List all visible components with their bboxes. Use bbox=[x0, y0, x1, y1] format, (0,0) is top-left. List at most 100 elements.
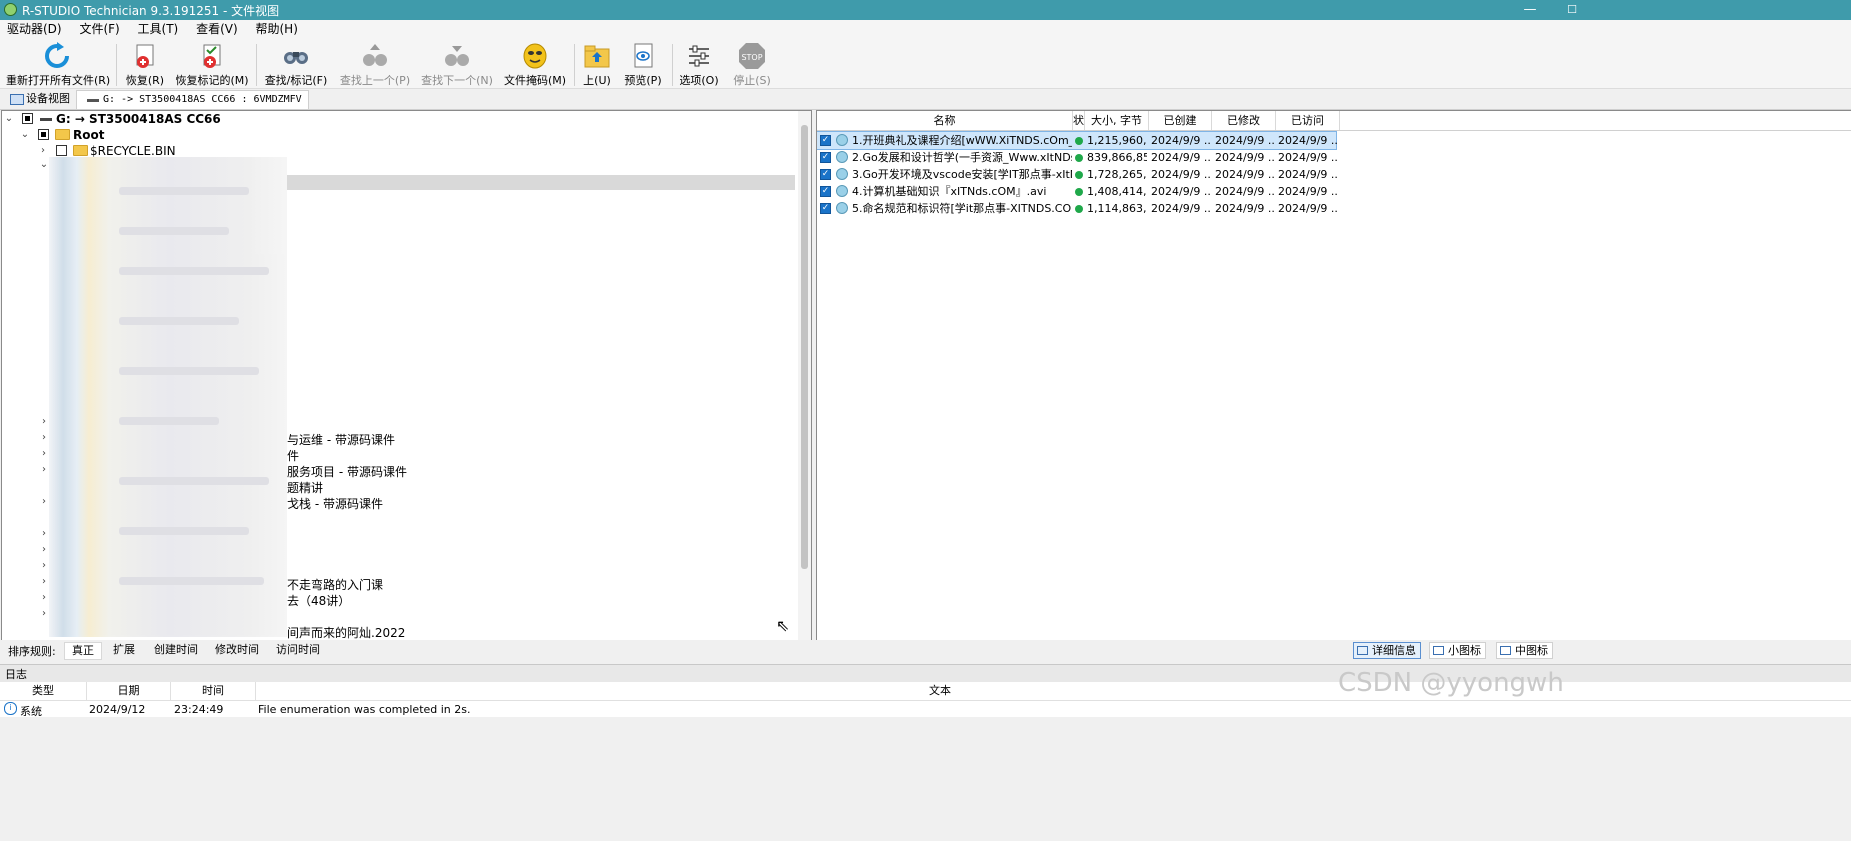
menu-file[interactable]: 文件(F) bbox=[72, 20, 126, 39]
log-row[interactable]: i 系统 2024/9/12 23:24:49 File enumeration… bbox=[0, 701, 1851, 718]
tree-item-partial[interactable]: 去（48讲） bbox=[287, 593, 350, 609]
tree-item-partial[interactable]: 不走弯路的入门课 bbox=[287, 577, 383, 593]
file-row[interactable]: ✓ 3.Go开发环境及vscode安装[学IT那点事-xItNDS 1,728,… bbox=[817, 166, 1851, 183]
log-column-date[interactable]: 日期 bbox=[87, 682, 171, 700]
tree-item-partial[interactable]: 间声而来的阿灿.2022 bbox=[287, 625, 405, 640]
folder-icon bbox=[73, 145, 88, 156]
sort-modified-button[interactable]: 修改时间 bbox=[208, 642, 266, 658]
tree-item-partial[interactable]: 戈栈 - 带源码课件 bbox=[287, 496, 383, 512]
column-accessed[interactable]: 已访问 bbox=[1276, 111, 1340, 130]
expand-arrow-icon[interactable]: › bbox=[39, 496, 49, 512]
collapse-arrow-icon[interactable]: ⌄ bbox=[39, 159, 49, 175]
recover-marked-button[interactable]: 恢复标记的(M) bbox=[174, 42, 250, 88]
expand-arrow-icon[interactable]: › bbox=[39, 528, 49, 544]
menu-help[interactable]: 帮助(H) bbox=[248, 20, 304, 39]
sort-real-button[interactable]: 真正 bbox=[64, 642, 102, 660]
drive-icon bbox=[87, 99, 99, 102]
sort-created-button[interactable]: 创建时间 bbox=[147, 642, 205, 658]
file-row[interactable]: ✓ 1.开班典礼及课程介绍[wWW.XiTNDS.cOm_微信 1,215,96… bbox=[817, 131, 1338, 150]
tree-selected-row[interactable] bbox=[287, 175, 795, 190]
tab-device-view-label: 设备视图 bbox=[26, 92, 70, 105]
preview-button[interactable]: 预览(P) bbox=[623, 42, 663, 88]
menu-view[interactable]: 查看(V) bbox=[189, 20, 245, 39]
tab-drive[interactable]: G: -> ST3500418AS CC66 : 6VMDZMFV bbox=[76, 90, 309, 109]
up-button[interactable]: 上(U) bbox=[580, 42, 614, 88]
expand-arrow-icon[interactable]: › bbox=[38, 143, 48, 159]
file-modified: 2024/9/9 ... bbox=[1215, 185, 1275, 198]
find-mark-button[interactable]: 查找/标记(F) bbox=[262, 42, 330, 88]
tree-item-partial[interactable]: 服务项目 - 带源码课件 bbox=[287, 464, 407, 480]
view-small-icons-button[interactable]: 小图标 bbox=[1429, 642, 1486, 659]
find-next-button[interactable]: 查找下一个(N) bbox=[421, 42, 493, 88]
recover-button[interactable]: 恢复(R) bbox=[121, 42, 169, 88]
view-tabs: 设备视图 G: -> ST3500418AS CC66 : 6VMDZMFV bbox=[0, 89, 1851, 110]
column-name[interactable]: 名称 bbox=[817, 111, 1073, 130]
expand-arrow-icon[interactable]: › bbox=[39, 448, 49, 464]
find-prev-icon bbox=[360, 42, 390, 70]
expand-arrow-icon[interactable]: › bbox=[39, 416, 49, 432]
tree-checkbox[interactable] bbox=[56, 145, 67, 156]
video-file-icon bbox=[836, 134, 848, 146]
expand-arrow-icon[interactable]: › bbox=[39, 544, 49, 560]
expand-arrow-icon[interactable]: › bbox=[39, 464, 49, 480]
recover-icon bbox=[130, 42, 160, 70]
tree-item-partial[interactable]: 件 bbox=[287, 448, 299, 464]
stop-button[interactable]: STOP 停止(S) bbox=[730, 42, 774, 88]
file-row[interactable]: ✓ 5.命名规范和标识符[学it那点事-XITNDS.COM_+ 1,114,8… bbox=[817, 200, 1851, 217]
column-size[interactable]: 大小, 字节 bbox=[1085, 111, 1149, 130]
find-next-label: 查找下一个(N) bbox=[421, 74, 493, 87]
column-modified[interactable]: 已修改 bbox=[1212, 111, 1276, 130]
tree-scrollbar-thumb[interactable] bbox=[801, 125, 808, 569]
tree-checkbox[interactable] bbox=[38, 129, 49, 140]
column-status[interactable]: 状 bbox=[1073, 111, 1085, 130]
expand-arrow-icon[interactable]: › bbox=[39, 592, 49, 608]
blurred-region bbox=[49, 157, 287, 637]
view-medium-icons-button[interactable]: 中图标 bbox=[1496, 642, 1553, 659]
tree-checkbox[interactable] bbox=[22, 113, 33, 124]
menu-drives[interactable]: 驱动器(D) bbox=[0, 20, 69, 39]
view-details-button[interactable]: 详细信息 bbox=[1353, 642, 1421, 659]
column-created[interactable]: 已创建 bbox=[1149, 111, 1212, 130]
file-size: 1,408,414,... bbox=[1087, 185, 1147, 198]
small-icons-view-icon bbox=[1433, 646, 1444, 655]
file-created: 2024/9/9 ... bbox=[1151, 151, 1211, 164]
file-mask-button[interactable]: 文件掩码(M) bbox=[503, 42, 567, 88]
sort-extension-button[interactable]: 扩展 bbox=[106, 642, 142, 658]
checked-checkbox-icon[interactable]: ✓ bbox=[820, 203, 831, 214]
file-accessed: 2024/9/9 ... bbox=[1278, 151, 1338, 164]
options-button[interactable]: 选项(O) bbox=[678, 42, 720, 88]
checked-checkbox-icon[interactable]: ✓ bbox=[820, 152, 831, 163]
minimize-button[interactable]: — bbox=[1510, 0, 1550, 20]
binoculars-icon bbox=[281, 42, 311, 70]
expand-arrow-icon[interactable]: › bbox=[39, 608, 49, 624]
checked-checkbox-icon[interactable]: ✓ bbox=[820, 186, 831, 197]
folder-tree-pane[interactable]: ⌄ G: → ST3500418AS CC66 ⌄ Root › $RECYCL… bbox=[1, 110, 812, 641]
maximize-button[interactable]: ☐ bbox=[1552, 0, 1592, 20]
expand-arrow-icon[interactable]: › bbox=[39, 432, 49, 448]
sort-accessed-button[interactable]: 访问时间 bbox=[269, 642, 327, 658]
file-name: 2.Go发展和设计哲学(一手资源_Www.xItNDs.cO bbox=[852, 151, 1072, 164]
sort-bar: 排序规则: 真正 扩展 创建时间 修改时间 访问时间 详细信息 小图标 中图标 bbox=[0, 640, 1851, 660]
tree-item-partial[interactable]: 题精讲 bbox=[287, 480, 323, 496]
tree-item-partial[interactable]: 与运维 - 带源码课件 bbox=[287, 432, 395, 448]
collapse-arrow-icon[interactable]: ⌄ bbox=[20, 127, 30, 143]
expand-arrow-icon[interactable]: › bbox=[39, 576, 49, 592]
log-column-type[interactable]: 类型 bbox=[0, 682, 87, 700]
collapse-arrow-icon[interactable]: ⌄ bbox=[4, 111, 14, 127]
checked-checkbox-icon[interactable]: ✓ bbox=[820, 135, 831, 146]
tab-drive-label: G: -> ST3500418AS CC66 : 6VMDZMFV bbox=[103, 94, 302, 105]
reopen-all-button[interactable]: 重新打开所有文件(R) bbox=[6, 42, 110, 88]
expand-arrow-icon[interactable]: › bbox=[39, 560, 49, 576]
menu-tools[interactable]: 工具(T) bbox=[131, 20, 186, 39]
find-next-icon bbox=[442, 42, 472, 70]
file-row[interactable]: ✓ 4.计算机基础知识『xITNds.cOM』.avi 1,408,414,..… bbox=[817, 183, 1851, 200]
checked-checkbox-icon[interactable]: ✓ bbox=[820, 169, 831, 180]
log-column-time[interactable]: 时间 bbox=[171, 682, 256, 700]
recover-label: 恢复(R) bbox=[125, 74, 165, 87]
mask-icon bbox=[520, 42, 550, 70]
file-row[interactable]: ✓ 2.Go发展和设计哲学(一手资源_Www.xItNDs.cO 839,866… bbox=[817, 149, 1851, 166]
file-accessed: 2024/9/9 ... bbox=[1278, 168, 1338, 181]
find-prev-button[interactable]: 查找上一个(P) bbox=[339, 42, 411, 88]
tab-device-view[interactable]: 设备视图 bbox=[4, 90, 76, 108]
file-list-pane[interactable]: 名称 状 大小, 字节 已创建 已修改 已访问 ✓ 1.开班典礼及课程介绍[wW… bbox=[816, 110, 1851, 641]
